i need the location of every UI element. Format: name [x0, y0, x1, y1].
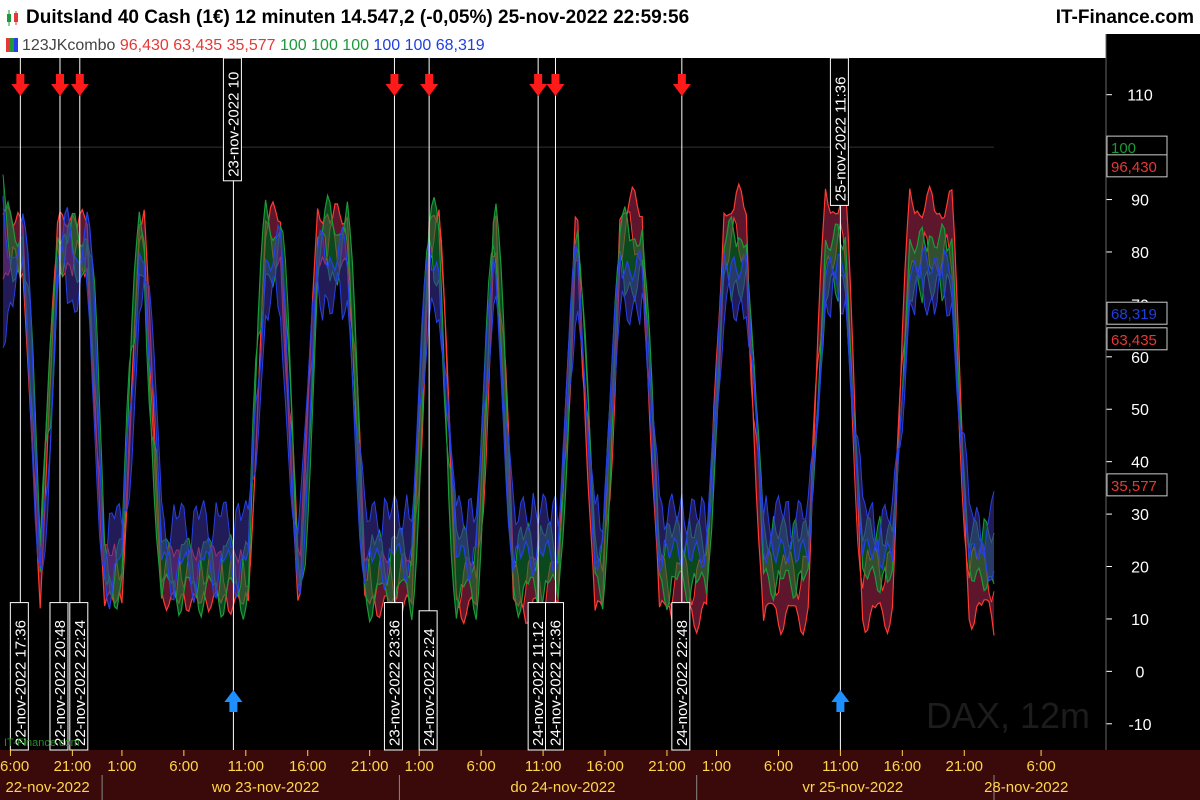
signal-label-text: 23-nov-2022 10: [225, 72, 242, 177]
signal-label-text: 24-nov-2022 2:24: [421, 628, 438, 746]
x-tick-label: 1:00: [405, 758, 434, 775]
x-tick-label: 21:00: [351, 758, 389, 775]
date-label: vr 25-nov-2022: [802, 779, 903, 796]
signal-label: 23-nov-2022 10: [222, 57, 242, 182]
chart[interactable]: 22-nov-2022 17:36 22-nov-2022 20:48 22-nov…: [0, 0, 1200, 800]
signal-label: 24-nov-2022 12:36: [544, 602, 564, 751]
x-tick-label: 21:00: [54, 758, 92, 775]
signal-label-text: 23-nov-2022 23:36: [386, 620, 403, 746]
y-tick-label: 80: [1131, 245, 1149, 262]
y-tick-label: 10: [1131, 612, 1149, 629]
x-tick-label: 16:00: [289, 758, 327, 775]
x-tick-label: 11:00: [822, 758, 858, 775]
y-tick-label: 110: [1127, 88, 1153, 105]
signal-label: 24-nov-2022 22:48: [671, 602, 691, 751]
y-tick-label: 0: [1136, 664, 1145, 681]
signal-label-text: 24-nov-2022 12:36: [547, 620, 564, 746]
last-value-text: 68,319: [1111, 306, 1157, 323]
source-mark: IT-Finance.com: [4, 737, 80, 749]
x-tick-label: 11:00: [228, 758, 264, 775]
signal-label-text: 25-nov-2022 11:36: [832, 77, 849, 202]
signal-label-text: 24-nov-2022 22:48: [674, 620, 691, 746]
watermark: DAX, 12m: [926, 695, 1090, 736]
signal-label: 22-nov-2022 20:48: [49, 602, 69, 751]
x-tick-label: 6:00: [1026, 758, 1055, 775]
x-tick-label: 6:00: [467, 758, 496, 775]
x-tick-label: 16:00: [0, 758, 29, 775]
x-tick-label: 1:00: [107, 758, 136, 775]
x-tick-label: 6:00: [764, 758, 793, 775]
signal-label: 24-nov-2022 2:24: [418, 610, 438, 751]
last-value-text: 35,577: [1111, 478, 1157, 495]
y-tick-label: -10: [1128, 717, 1151, 734]
x-tick-label: 16:00: [586, 758, 624, 775]
y-tick-label: 40: [1131, 455, 1149, 472]
signal-label-text: 22-nov-2022 17:36: [12, 620, 29, 746]
signal-label: 23-nov-2022 23:36: [383, 602, 403, 751]
date-label: do 24-nov-2022: [510, 779, 615, 796]
y-tick-label: 50: [1131, 402, 1149, 419]
y-tick-label: 90: [1131, 193, 1149, 210]
y-tick-label: 20: [1131, 560, 1149, 577]
signal-label: 22-nov-2022 17:36: [9, 602, 29, 751]
date-label: 22-nov-2022: [5, 779, 89, 796]
signal-label-text: 22-nov-2022 20:48: [52, 620, 69, 746]
date-label: wo 23-nov-2022: [211, 779, 320, 796]
signal-label-text: 22-nov-2022 22:24: [72, 620, 89, 746]
last-value-text: 96,430: [1111, 159, 1157, 176]
x-tick-label: 11:00: [525, 758, 561, 775]
signal-label: 24-nov-2022 11:12: [527, 602, 547, 751]
signal-label-text: 24-nov-2022 11:12: [530, 621, 547, 746]
x-tick-label: 1:00: [702, 758, 731, 775]
signal-label: 25-nov-2022 11:36: [829, 57, 849, 206]
x-tick-label: 21:00: [945, 758, 983, 775]
y-tick-label: 30: [1131, 507, 1149, 524]
signal-label: 22-nov-2022 22:24: [69, 602, 89, 751]
last-value-text: 63,435: [1111, 332, 1157, 349]
y-tick-label: 60: [1131, 350, 1149, 367]
date-label: 28-nov-2022: [984, 779, 1068, 796]
x-tick-label: 16:00: [884, 758, 922, 775]
x-tick-label: 21:00: [648, 758, 686, 775]
x-tick-label: 6:00: [169, 758, 198, 775]
